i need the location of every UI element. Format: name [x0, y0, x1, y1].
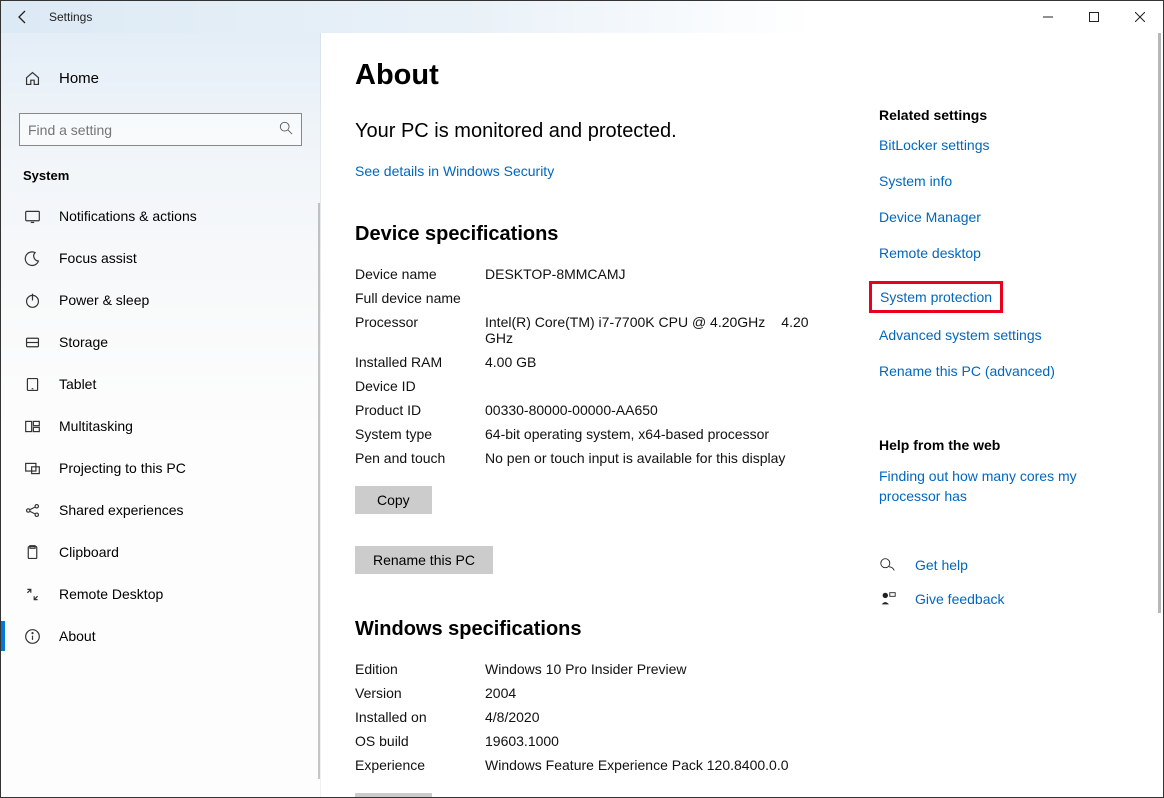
link-help-cores[interactable]: Finding out how many cores my processor …	[879, 467, 1129, 506]
related-settings-heading: Related settings	[879, 107, 1129, 123]
windows-security-link[interactable]: See details in Windows Security	[355, 163, 554, 179]
search-icon	[279, 121, 293, 138]
multitasking-icon	[23, 417, 41, 435]
sidebar-category: System	[1, 168, 320, 183]
sidebar-item-clipboard[interactable]: Clipboard	[1, 531, 320, 573]
sidebar-item-label: Clipboard	[59, 544, 119, 560]
feedback-icon	[879, 590, 897, 608]
main-scrollbar[interactable]	[1151, 33, 1163, 797]
storage-icon	[23, 333, 41, 351]
spec-row-device-name: Device name DESKTOP-8MMCAMJ	[355, 266, 839, 282]
minimize-button[interactable]	[1025, 1, 1071, 33]
spec-row-ram: Installed RAM 4.00 GB	[355, 354, 839, 370]
sidebar-item-label: Projecting to this PC	[59, 460, 186, 476]
link-system-info[interactable]: System info	[879, 173, 1129, 189]
sidebar-item-shared-experiences[interactable]: Shared experiences	[1, 489, 320, 531]
sidebar-item-about[interactable]: About	[1, 615, 320, 657]
home-label: Home	[59, 70, 99, 87]
device-spec-heading: Device specifications	[355, 223, 839, 246]
spec-row-device-id: Device ID	[355, 378, 839, 394]
spec-row-product-id: Product ID 00330-80000-00000-AA650	[355, 402, 839, 418]
get-help-icon	[879, 556, 897, 574]
sidebar-item-projecting[interactable]: Projecting to this PC	[1, 447, 320, 489]
tablet-icon	[23, 375, 41, 393]
power-icon	[23, 291, 41, 309]
spec-row-full-device-name: Full device name	[355, 290, 839, 306]
get-help-row[interactable]: Get help	[879, 556, 1129, 574]
sidebar-item-focus-assist[interactable]: Focus assist	[1, 237, 320, 279]
protection-headline: Your PC is monitored and protected.	[355, 120, 839, 143]
spec-row-pen-touch: Pen and touch No pen or touch input is a…	[355, 450, 839, 466]
spec-row-system-type: System type 64-bit operating system, x64…	[355, 426, 839, 442]
main-scrollbar-thumb[interactable]	[1158, 33, 1161, 613]
sidebar-item-label: Tablet	[59, 376, 96, 392]
windows-spec-heading: Windows specifications	[355, 618, 839, 641]
spec-row-processor: Processor Intel(R) Core(TM) i7-7700K CPU…	[355, 314, 839, 346]
spec-row-installed-on: Installed on 4/8/2020	[355, 709, 839, 725]
link-rename-pc-advanced[interactable]: Rename this PC (advanced)	[879, 363, 1129, 379]
spec-row-version: Version 2004	[355, 685, 839, 701]
related-settings-panel: Related settings BitLocker settings Syst…	[879, 59, 1129, 797]
get-help-link[interactable]: Get help	[915, 557, 968, 573]
sidebar-item-label: Storage	[59, 334, 108, 350]
search-input[interactable]	[28, 122, 279, 138]
sidebar-item-multitasking[interactable]: Multitasking	[1, 405, 320, 447]
spec-row-experience: Experience Windows Feature Experience Pa…	[355, 757, 839, 773]
sidebar-item-storage[interactable]: Storage	[1, 321, 320, 363]
titlebar: Settings	[1, 1, 1163, 33]
sidebar-item-label: About	[59, 628, 96, 644]
copy-device-spec-button[interactable]: Copy	[355, 486, 432, 514]
link-bitlocker[interactable]: BitLocker settings	[879, 137, 1129, 153]
sidebar-item-label: Multitasking	[59, 418, 133, 434]
sidebar-item-remote-desktop[interactable]: Remote Desktop	[1, 573, 320, 615]
main-content: About Your PC is monitored and protected…	[321, 33, 1163, 797]
sidebar: Home System Notifications & actions Focu…	[1, 33, 321, 797]
maximize-button[interactable]	[1071, 1, 1117, 33]
sidebar-item-label: Focus assist	[59, 250, 137, 266]
sidebar-item-label: Remote Desktop	[59, 586, 163, 602]
page-title: About	[355, 59, 839, 92]
sidebar-item-power-sleep[interactable]: Power & sleep	[1, 279, 320, 321]
moon-icon	[23, 249, 41, 267]
sidebar-item-home[interactable]: Home	[1, 61, 320, 95]
share-icon	[23, 501, 41, 519]
spec-row-edition: Edition Windows 10 Pro Insider Preview	[355, 661, 839, 677]
give-feedback-link[interactable]: Give feedback	[915, 591, 1005, 607]
back-button[interactable]	[1, 1, 45, 33]
search-box[interactable]	[19, 113, 302, 146]
link-remote-desktop[interactable]: Remote desktop	[879, 245, 1129, 261]
notification-icon	[23, 207, 41, 225]
sidebar-item-label: Shared experiences	[59, 502, 184, 518]
info-icon	[23, 627, 41, 645]
close-button[interactable]	[1117, 1, 1163, 33]
sidebar-item-label: Notifications & actions	[59, 208, 197, 224]
remote-desktop-icon	[23, 585, 41, 603]
spec-row-os-build: OS build 19603.1000	[355, 733, 839, 749]
rename-pc-button[interactable]: Rename this PC	[355, 546, 493, 574]
sidebar-item-tablet[interactable]: Tablet	[1, 363, 320, 405]
home-icon	[23, 69, 41, 87]
link-advanced-system-settings[interactable]: Advanced system settings	[879, 327, 1129, 343]
sidebar-item-notifications[interactable]: Notifications & actions	[1, 195, 320, 237]
copy-windows-spec-button[interactable]: Copy	[355, 793, 432, 797]
app-title: Settings	[49, 10, 92, 24]
projecting-icon	[23, 459, 41, 477]
help-from-web-heading: Help from the web	[879, 437, 1129, 453]
sidebar-scrollbar[interactable]	[318, 203, 320, 779]
sidebar-item-label: Power & sleep	[59, 292, 149, 308]
clipboard-icon	[23, 543, 41, 561]
link-device-manager[interactable]: Device Manager	[879, 209, 1129, 225]
give-feedback-row[interactable]: Give feedback	[879, 590, 1129, 608]
link-system-protection[interactable]: System protection	[880, 289, 992, 305]
